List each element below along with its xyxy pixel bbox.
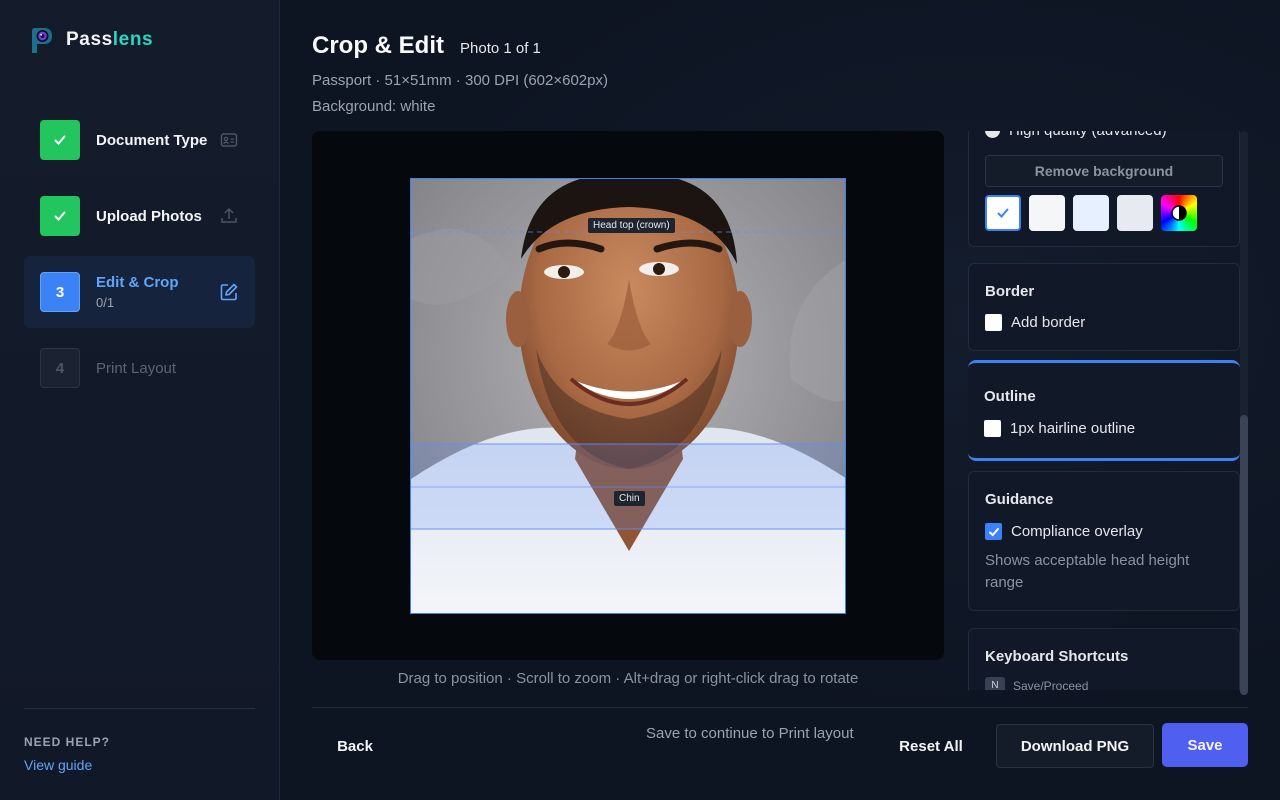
step-nav: Document Type Upload Photos 3 Edit & Cro…	[24, 104, 255, 408]
back-button[interactable]: Back	[312, 725, 398, 767]
logo-icon	[32, 28, 52, 53]
swatch-off-white[interactable]	[1029, 195, 1065, 231]
crop-canvas[interactable]: Head top (crown) Chin	[312, 131, 944, 660]
outline-checkbox[interactable]	[984, 420, 1001, 437]
photo-spec: Passport · 51×51mm · 300 DPI (602×602px)	[312, 72, 608, 89]
background-info: Background: white	[312, 98, 436, 115]
photo-crop-area[interactable]: Head top (crown) Chin	[410, 178, 846, 614]
app-logo[interactable]: Passlens	[28, 26, 153, 54]
quality-option-label: High quality (advanced)	[1009, 131, 1167, 139]
edit-icon	[220, 283, 238, 301]
radio-button[interactable]	[985, 131, 1000, 138]
check-icon	[54, 135, 66, 145]
step-label: Edit & Crop	[96, 274, 179, 291]
step-number-badge: 4	[40, 348, 80, 388]
step-label: Print Layout	[96, 359, 177, 377]
border-card: Border Add border	[968, 263, 1240, 351]
swatch-light-gray[interactable]	[1117, 195, 1153, 231]
shortcuts-card: Keyboard Shortcuts N Save/Proceed	[968, 628, 1240, 690]
outline-label: 1px hairline outline	[1010, 420, 1136, 437]
step-document-type[interactable]: Document Type	[24, 104, 255, 176]
shortcuts-title: Keyboard Shortcuts	[985, 648, 1129, 665]
help-section: NEED HELP? View guide	[24, 708, 255, 773]
sidebar: Passlens Document Type Upload Photos 3 E…	[0, 0, 280, 800]
swatch-white[interactable]	[985, 195, 1021, 231]
remove-background-button[interactable]: Remove background	[985, 155, 1223, 187]
main-area: Crop & Edit Photo 1 of 1 Passport · 51×5…	[280, 0, 1280, 800]
guidance-description: Shows acceptable head height range	[985, 552, 1190, 591]
outline-title: Outline	[984, 388, 1036, 405]
compliance-overlay-checkbox[interactable]	[985, 523, 1002, 540]
step-print-layout[interactable]: 4 Print Layout	[24, 332, 255, 404]
border-title: Border	[985, 283, 1035, 300]
view-guide-link[interactable]: View guide	[24, 757, 255, 773]
custom-color-picker[interactable]	[1161, 195, 1197, 231]
guidance-title: Guidance	[985, 491, 1054, 508]
outline-card: Outline 1px hairline outline	[968, 360, 1240, 461]
chin-guide-label: Chin	[614, 491, 645, 506]
check-icon	[988, 527, 999, 536]
compliance-overlay-label: Compliance overlay	[1011, 523, 1143, 540]
swatch-light-blue[interactable]	[1073, 195, 1109, 231]
outline-option[interactable]: 1px hairline outline	[984, 420, 1135, 437]
quality-option[interactable]: High quality (advanced)	[985, 131, 1167, 139]
contrast-icon	[1171, 205, 1187, 221]
help-title: NEED HELP?	[24, 735, 111, 749]
portrait-photo	[411, 179, 845, 613]
guidance-card: Guidance Compliance overlay Shows accept…	[968, 471, 1240, 611]
step-label: Document Type	[96, 131, 208, 149]
save-button[interactable]: Save	[1162, 723, 1248, 767]
panel-scrollbar[interactable]	[1240, 131, 1248, 695]
shortcut-key: N	[985, 677, 1005, 690]
step-check-badge	[40, 120, 80, 160]
id-card-icon	[220, 133, 238, 147]
compliance-overlay-option[interactable]: Compliance overlay	[985, 523, 1143, 540]
footer-divider	[312, 707, 1248, 708]
step-upload-photos[interactable]: Upload Photos	[24, 180, 255, 252]
check-icon	[54, 211, 66, 221]
head-top-guide-label: Head top (crown)	[588, 218, 675, 233]
page-title: Crop & Edit	[312, 32, 444, 59]
check-icon	[997, 208, 1009, 218]
reset-all-button[interactable]: Reset All	[886, 725, 976, 767]
step-edit-crop[interactable]: 3 Edit & Crop 0/1	[24, 256, 255, 328]
settings-panel[interactable]: High quality (advanced) Remove backgroun…	[968, 131, 1242, 690]
upload-icon	[221, 207, 237, 223]
background-swatches	[985, 195, 1197, 231]
footer-status: Save to continue to Print layout	[646, 725, 854, 742]
step-progress: 0/1	[96, 295, 115, 310]
app-name: Passlens	[66, 29, 154, 50]
step-number-badge: 3	[40, 272, 80, 312]
add-border-checkbox[interactable]	[985, 314, 1002, 331]
download-png-button[interactable]: Download PNG	[996, 724, 1154, 768]
scrollbar-thumb[interactable]	[1240, 415, 1248, 695]
shortcut-item: N Save/Proceed	[985, 677, 1088, 690]
shortcut-action: Save/Proceed	[1013, 679, 1089, 690]
canvas-hint: Drag to position · Scroll to zoom · Alt+…	[397, 670, 859, 687]
step-label: Upload Photos	[96, 207, 202, 225]
background-card: High quality (advanced) Remove backgroun…	[968, 131, 1240, 247]
photo-counter: Photo 1 of 1	[460, 40, 541, 57]
add-border-option[interactable]: Add border	[985, 314, 1085, 331]
step-check-badge	[40, 196, 80, 236]
add-border-label: Add border	[1011, 314, 1086, 331]
